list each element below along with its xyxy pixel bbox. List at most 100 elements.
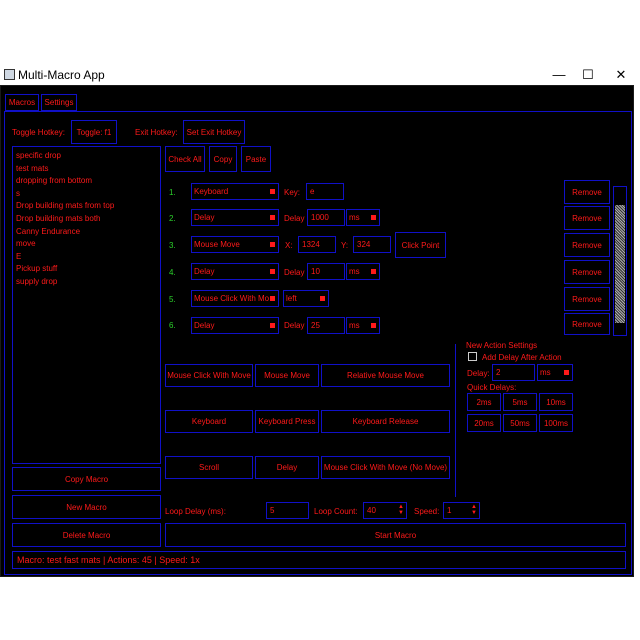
- dropdown-arrow-icon: [371, 269, 376, 274]
- macro-list-item[interactable]: Pickup stuff: [13, 263, 160, 276]
- loop-count-label: Loop Count:: [314, 507, 358, 516]
- status-text: Macro: test fast mats | Actions: 45 | Sp…: [17, 555, 200, 565]
- remove-button[interactable]: Remove: [564, 313, 610, 335]
- quick-delay-button[interactable]: 100ms: [539, 414, 573, 432]
- macro-list-item[interactable]: E: [13, 251, 160, 264]
- macro-list-item[interactable]: supply drop: [13, 276, 160, 289]
- delay-label: Delay: [284, 321, 305, 330]
- quick-delay-button[interactable]: 20ms: [467, 414, 501, 432]
- quick-delay-button[interactable]: 10ms: [539, 393, 573, 411]
- dropdown-arrow-icon: [270, 242, 275, 247]
- quick-delay-button[interactable]: 50ms: [503, 414, 537, 432]
- y-input[interactable]: 324: [353, 236, 391, 253]
- speed-input[interactable]: 1 ▲ ▼: [443, 502, 480, 519]
- unit-select[interactable]: ms: [346, 317, 380, 334]
- new-action-settings-title: New Action Settings: [466, 341, 538, 350]
- add-mouse-move-button[interactable]: Mouse Move: [255, 364, 319, 387]
- action-type-value: Delay: [194, 267, 215, 276]
- copy-macro-button[interactable]: Copy Macro: [12, 467, 161, 491]
- dropdown-arrow-icon: [270, 323, 275, 328]
- add-keyboard-press-button[interactable]: Keyboard Press: [255, 410, 319, 433]
- add-keyboard-button[interactable]: Keyboard: [165, 410, 253, 433]
- macro-list-item[interactable]: Canny Endurance: [13, 226, 160, 239]
- unit-value: ms: [349, 213, 360, 222]
- start-macro-button[interactable]: Start Macro: [165, 523, 626, 547]
- delay-input[interactable]: 10: [307, 263, 345, 280]
- check-all-button[interactable]: Check All: [165, 146, 205, 172]
- add-delay-button[interactable]: Delay: [255, 456, 319, 479]
- add-mouse-click-no-move-button[interactable]: Mouse Click With Move (No Move): [321, 456, 450, 479]
- speed-value: 1: [447, 506, 452, 515]
- remove-button[interactable]: Remove: [564, 206, 610, 230]
- unit-value: ms: [540, 368, 551, 377]
- loop-delay-label: Loop Delay (ms):: [165, 507, 226, 516]
- tab-macros[interactable]: Macros: [5, 94, 39, 111]
- action-type-select[interactable]: Delay: [191, 317, 279, 334]
- y-label: Y:: [341, 241, 349, 250]
- add-delay-checkbox[interactable]: [468, 352, 477, 361]
- macro-list-item[interactable]: specific drop: [13, 150, 160, 163]
- new-macro-button[interactable]: New Macro: [12, 495, 161, 519]
- unit-select[interactable]: ms: [346, 209, 380, 226]
- close-icon[interactable]: ✕: [604, 65, 638, 85]
- unit-select[interactable]: ms: [346, 263, 380, 280]
- window-title: Multi-Macro App: [18, 68, 105, 82]
- dropdown-arrow-icon: [371, 215, 376, 220]
- scrollbar-thumb[interactable]: [615, 205, 625, 323]
- click-point-button[interactable]: Click Point: [395, 232, 446, 258]
- mouse-button-select[interactable]: left: [283, 290, 329, 307]
- macro-list-item[interactable]: dropping from bottom: [13, 175, 160, 188]
- delay-input[interactable]: 1000: [307, 209, 345, 226]
- macro-list-item[interactable]: move: [13, 238, 160, 251]
- macro-list-item[interactable]: Drop building mats both: [13, 213, 160, 226]
- action-type-select[interactable]: Mouse Move: [191, 236, 279, 253]
- action-type-value: Mouse Move: [194, 240, 240, 249]
- dropdown-arrow-icon: [270, 215, 275, 220]
- action-type-select[interactable]: Mouse Click With Mo: [191, 290, 279, 307]
- macro-list-item[interactable]: Drop building mats from top: [13, 200, 160, 213]
- action-type-select[interactable]: Delay: [191, 263, 279, 280]
- toggle-hotkey-button[interactable]: Toggle: f1: [71, 120, 117, 144]
- tab-settings[interactable]: Settings: [41, 94, 77, 111]
- action-type-select[interactable]: Delay: [191, 209, 279, 226]
- add-keyboard-release-button[interactable]: Keyboard Release: [321, 410, 450, 433]
- dropdown-arrow-icon: [564, 370, 569, 375]
- remove-button[interactable]: Remove: [564, 180, 610, 204]
- new-action-unit-select[interactable]: ms: [537, 364, 573, 381]
- paste-button[interactable]: Paste: [241, 146, 271, 172]
- unit-value: ms: [349, 267, 360, 276]
- x-input[interactable]: 1324: [298, 236, 336, 253]
- action-index: 6.: [169, 321, 176, 330]
- add-relative-mouse-move-button[interactable]: Relative Mouse Move: [321, 364, 450, 387]
- dropdown-arrow-icon: [371, 323, 376, 328]
- add-scroll-button[interactable]: Scroll: [165, 456, 253, 479]
- loop-count-input[interactable]: 40 ▲ ▼: [363, 502, 407, 519]
- action-type-value: Mouse Click With Mo: [194, 294, 270, 303]
- loop-delay-input[interactable]: 5: [266, 502, 309, 519]
- maximize-icon[interactable]: ☐: [571, 65, 605, 85]
- action-type-select[interactable]: Keyboard: [191, 183, 279, 200]
- copy-button[interactable]: Copy: [209, 146, 237, 172]
- app-icon: [4, 69, 15, 80]
- macro-list-item[interactable]: s: [13, 188, 160, 201]
- spin-arrows-icon[interactable]: ▲ ▼: [398, 504, 404, 516]
- spin-arrows-icon[interactable]: ▲ ▼: [471, 504, 477, 516]
- delete-macro-button[interactable]: Delete Macro: [12, 523, 161, 547]
- key-input[interactable]: e: [306, 183, 344, 200]
- action-type-value: Delay: [194, 213, 215, 222]
- delay-input[interactable]: 25: [307, 317, 345, 334]
- macro-list[interactable]: specific drop test mats dropping from bo…: [12, 146, 161, 464]
- remove-button[interactable]: Remove: [564, 260, 610, 284]
- macro-list-item[interactable]: test mats: [13, 163, 160, 176]
- remove-button[interactable]: Remove: [564, 287, 610, 311]
- remove-button[interactable]: Remove: [564, 233, 610, 257]
- action-type-value: Delay: [194, 321, 215, 330]
- exit-hotkey-button[interactable]: Set Exit Hotkey: [183, 120, 245, 144]
- new-action-delay-input[interactable]: 2: [492, 364, 535, 381]
- action-index: 4.: [169, 268, 176, 277]
- quick-delay-button[interactable]: 5ms: [503, 393, 537, 411]
- speed-label: Speed:: [414, 507, 440, 516]
- actions-scrollbar[interactable]: [613, 186, 627, 336]
- add-mouse-click-with-move-button[interactable]: Mouse Click With Move: [165, 364, 253, 387]
- quick-delay-button[interactable]: 2ms: [467, 393, 501, 411]
